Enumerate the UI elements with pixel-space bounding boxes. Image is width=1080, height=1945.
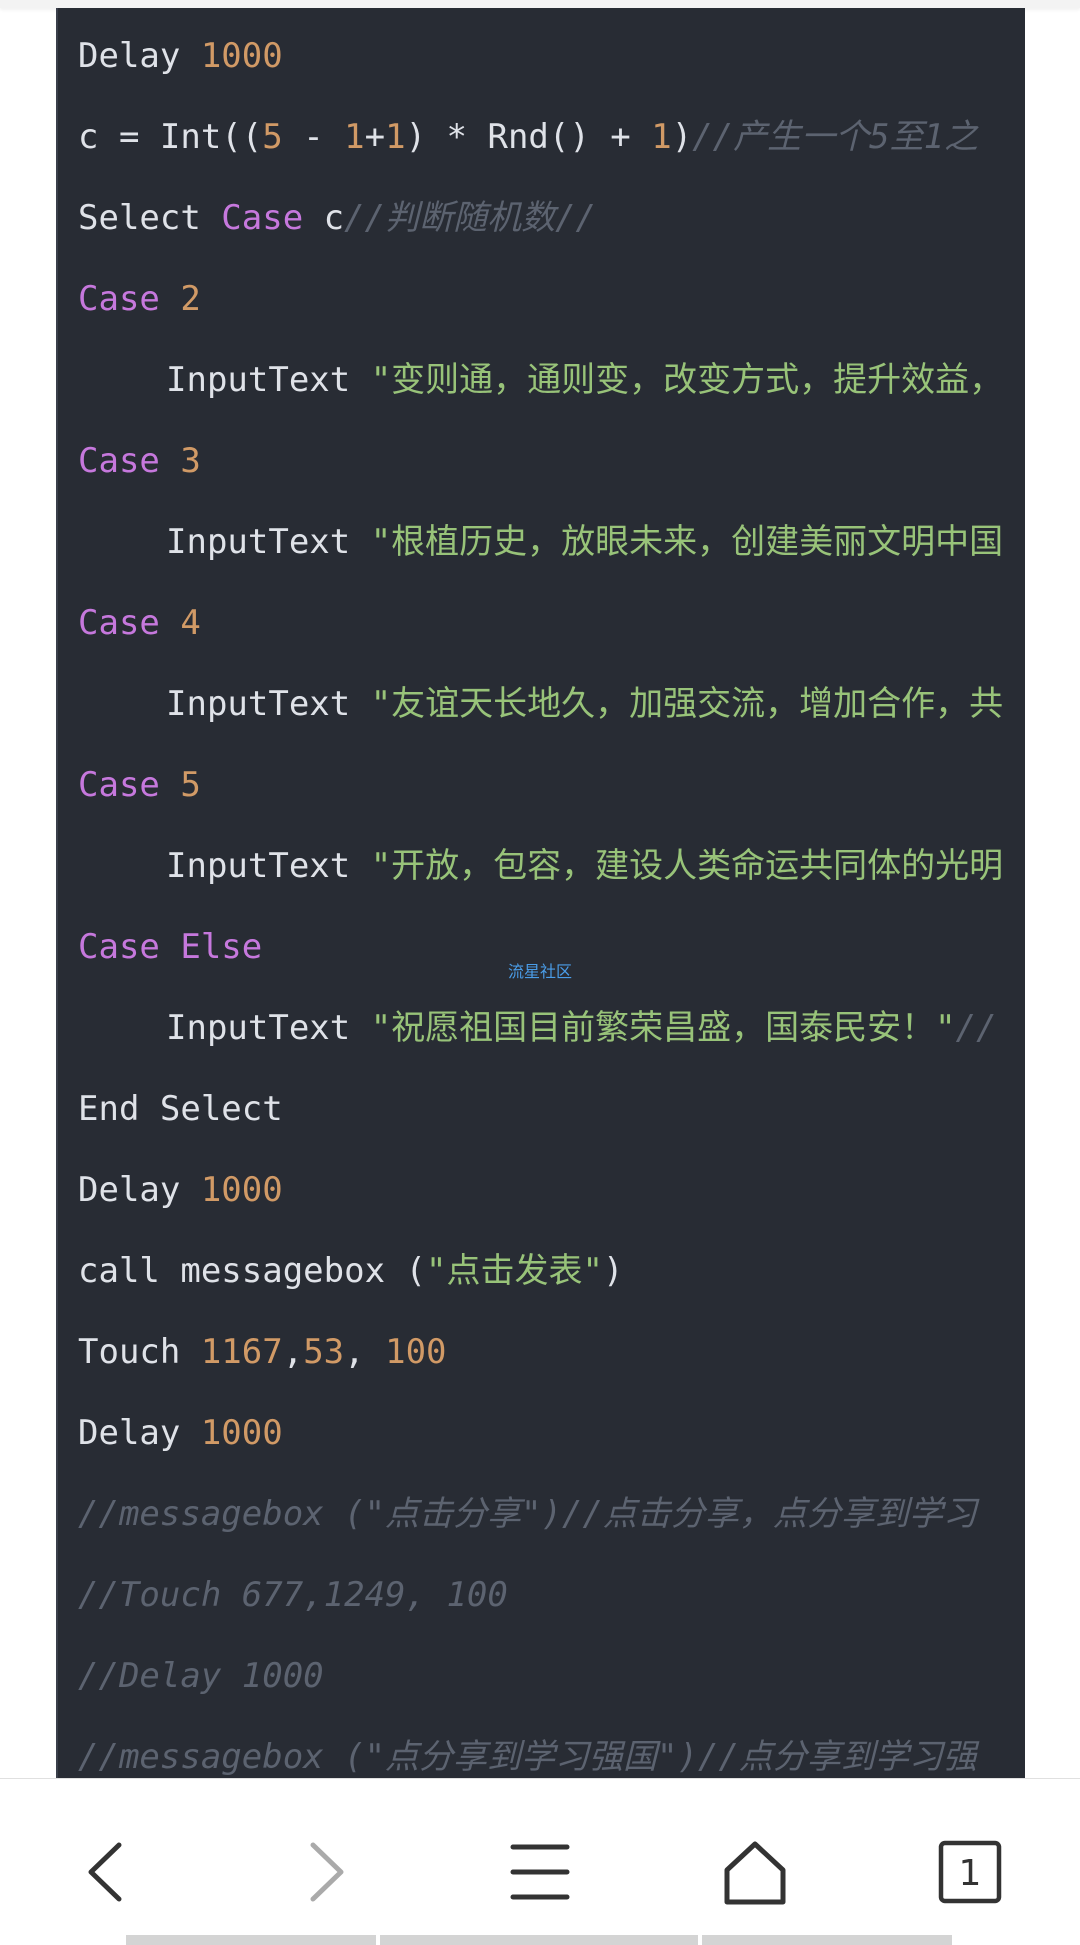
code-token: "变则通，通则变，改变方式，提升效益，: [370, 360, 1004, 400]
top-status-strip: [0, 0, 1080, 8]
code-line: //messagebox ("点分享到学习强国")//点分享到学习强: [78, 1727, 977, 1778]
code-token: 1000: [200, 36, 283, 76]
home-button[interactable]: [700, 1817, 810, 1927]
code-token: Delay: [78, 1413, 201, 1453]
code-token: InputText: [166, 522, 371, 562]
code-line: Touch 1167,53, 100: [78, 1322, 447, 1382]
code-token: Case: [78, 603, 160, 643]
code-token: Case: [78, 765, 160, 805]
code-line: c = Int((5 - 1+1) * Rnd() + 1)//产生一个5至1之: [78, 107, 978, 167]
code-token: //Delay 1000: [78, 1656, 324, 1696]
code-token: Delay: [78, 1170, 201, 1210]
code-token: ): [671, 117, 693, 157]
code-block: Delay 1000 c = Int((5 - 1+1) * Rnd() + 1)…: [56, 8, 1025, 1778]
tab-count: 1: [959, 1853, 982, 1894]
code-token: Case: [221, 198, 304, 238]
code-token: InputText: [166, 846, 371, 886]
code-token: "友谊天长地久，加强交流，增加合作，共: [370, 684, 1004, 724]
code-token: 100: [385, 1332, 447, 1372]
hamburger-menu-icon: [510, 1844, 570, 1900]
code-token: 4: [180, 603, 201, 643]
code-token: ) * Rnd() +: [405, 117, 652, 157]
code-token: c = Int((: [78, 117, 263, 157]
tabs-button[interactable]: 1: [915, 1817, 1025, 1927]
code-token: Select: [78, 198, 222, 238]
code-line: InputText "友谊天长地久，加强交流，增加合作，共: [78, 674, 1003, 734]
code-token: 1167: [200, 1332, 283, 1372]
code-token: "根植历史，放眼未来，创建美丽文明中国: [370, 522, 1004, 562]
code-line: InputText "祝愿祖国目前繁荣昌盛，国泰民安！"//: [78, 998, 997, 1058]
code-line: //messagebox ("点击分享")//点击分享，点分享到学习: [78, 1484, 977, 1544]
code-line: InputText "变则通，通则变，改变方式，提升效益，: [78, 350, 1003, 410]
code-line: Delay 1000: [78, 1403, 283, 1463]
code-token: 1: [385, 117, 406, 157]
code-token: "开放，包容，建设人类命运共同体的光明: [370, 846, 1004, 886]
code-token: InputText: [166, 360, 371, 400]
code-line: Delay 1000: [78, 1160, 283, 1220]
code-line: Case 4: [78, 593, 201, 653]
code-token: 5: [262, 117, 283, 157]
code-token: Delay: [78, 36, 201, 76]
code-token: Case: [78, 441, 160, 481]
code-line: Case 2: [78, 269, 201, 329]
code-token: //: [955, 1008, 997, 1048]
code-line: call messagebox ("点击发表"): [78, 1241, 623, 1301]
code-token: "点击发表": [426, 1251, 603, 1291]
code-token: //Touch 677,1249, 100: [78, 1575, 508, 1615]
back-button[interactable]: [52, 1817, 162, 1927]
code-token: 1000: [200, 1170, 283, 1210]
code-token: Case: [78, 279, 160, 319]
menu-button[interactable]: [485, 1817, 595, 1927]
code-token: InputText: [166, 1008, 371, 1048]
code-token: //messagebox ("点分享到学习强国")//点分享到学习强: [78, 1737, 977, 1777]
code-token: 3: [180, 441, 201, 481]
code-token: 1: [344, 117, 365, 157]
code-line: End Select: [78, 1079, 283, 1139]
code-token: "祝愿祖国目前繁荣昌盛，国泰民安！": [370, 1008, 956, 1048]
code-token: Touch: [78, 1332, 201, 1372]
code-line: Case 5: [78, 755, 201, 815]
code-token: call messagebox (: [78, 1251, 426, 1291]
code-token: +: [364, 117, 386, 157]
code-token: 1000: [200, 1413, 283, 1453]
code-token: End Select: [78, 1089, 283, 1129]
code-token: ,: [282, 1332, 304, 1372]
watermark: 流星社区: [508, 962, 573, 981]
chevron-left-icon: [88, 1842, 122, 1902]
code-line: Case Else: [78, 917, 262, 977]
tabs-icon: 1: [938, 1840, 1002, 1904]
code-token: InputText: [166, 684, 371, 724]
code-token: c: [303, 198, 345, 238]
code-line: //Touch 677,1249, 100: [78, 1565, 508, 1625]
code-token: 1: [651, 117, 672, 157]
code-token: -: [282, 117, 345, 157]
code-line: Select Case c//判断随机数//: [78, 188, 596, 248]
code-token: //messagebox ("点击分享")//点击分享，点分享到学习: [78, 1494, 977, 1534]
code-token: ): [602, 1251, 624, 1291]
code-line: //Delay 1000: [78, 1646, 324, 1706]
code-token: //判断随机数//: [344, 198, 597, 238]
code-line: InputText "开放，包容，建设人类命运共同体的光明: [78, 836, 1003, 896]
code-line: Case 3: [78, 431, 201, 491]
chevron-right-icon: [310, 1842, 344, 1902]
code-token: Case Else: [78, 927, 263, 967]
browser-bottom-toolbar: 1: [0, 1778, 1080, 1945]
code-line: InputText "根植历史，放眼未来，创建美丽文明中国: [78, 512, 1003, 572]
code-token: 5: [180, 765, 201, 805]
code-token: ,: [344, 1332, 386, 1372]
home-icon: [724, 1841, 786, 1905]
code-token: 53: [303, 1332, 345, 1372]
forward-button[interactable]: [270, 1817, 380, 1927]
code-token: 2: [180, 279, 201, 319]
code-token: //产生一个5至1之: [692, 117, 979, 157]
code-line: Delay 1000: [78, 26, 283, 86]
